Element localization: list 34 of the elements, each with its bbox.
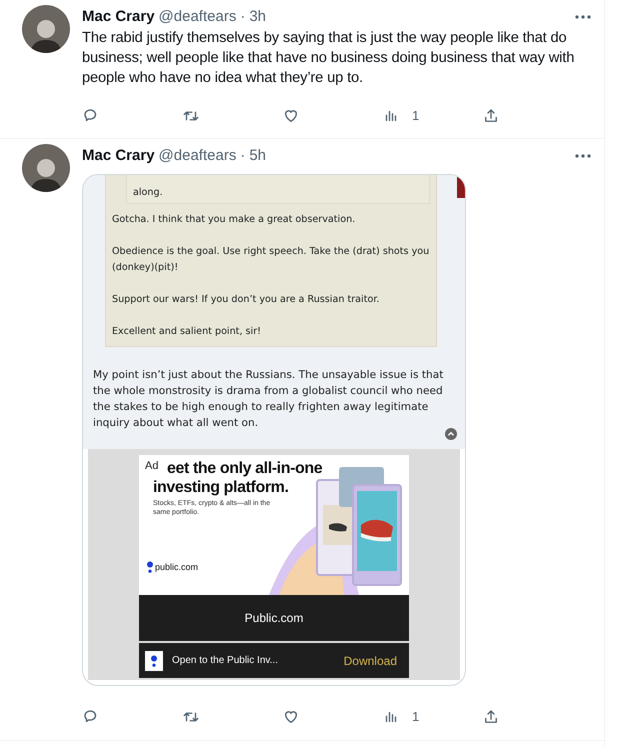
- author-name[interactable]: Mac Crary: [82, 6, 155, 28]
- reply-text: Gotcha. I think that you make a great observation.: [112, 213, 356, 227]
- brand-name: public.com: [155, 561, 198, 573]
- more-icon[interactable]: [574, 153, 592, 159]
- post-text: My point isn’t just about the Russians. The unsayable issue is that the whole monstrosity is drama from a globalist council who need the stakes to be high enough to really frighten away legitimate inquiry about what all went on.: [93, 368, 444, 431]
- app-text: Open to the Public Inv...: [172, 654, 278, 668]
- avatar[interactable]: [22, 144, 70, 192]
- more-icon[interactable]: [574, 14, 592, 20]
- timestamp[interactable]: 5h: [249, 144, 266, 168]
- scrollbar-mark: [457, 177, 465, 198]
- avatar[interactable]: [22, 5, 70, 53]
- author-handle[interactable]: @deaftears: [158, 6, 236, 28]
- ad-headline: investing platform.: [153, 478, 290, 497]
- share-icon[interactable]: [482, 708, 500, 726]
- separator-dot: ·: [240, 146, 246, 166]
- like-icon[interactable]: [282, 107, 300, 125]
- author-handle[interactable]: @deaftears: [158, 144, 236, 168]
- reply-text: Obedience is the goal. Use right speech. Take the (drat) shots you (donkey)(pit)!: [112, 245, 430, 275]
- view-count: 1: [412, 708, 420, 726]
- download-link[interactable]: Download: [344, 652, 397, 670]
- author-name[interactable]: Mac Crary: [82, 144, 155, 168]
- like-icon[interactable]: [282, 708, 300, 726]
- reply-text: Support our wars! If you don’t you are a Russian traitor.: [112, 293, 380, 307]
- separator-dot: ·: [240, 6, 246, 27]
- app-icon: [145, 650, 163, 670]
- timestamp[interactable]: 3h: [249, 6, 266, 28]
- brand-logo-icon: [147, 561, 153, 573]
- quote-text: along.: [133, 186, 164, 200]
- reply-text: Excellent and salient point, sir!: [112, 325, 262, 339]
- tweet-text: The rabid justify themselves by saying that is just the way people like that do business; well people like that have no business doing business that way with people who have no idea what they’re up to.: [82, 29, 576, 88]
- chevron-up-icon[interactable]: [445, 428, 457, 440]
- share-icon[interactable]: [482, 107, 500, 125]
- view-count: 1: [412, 107, 420, 126]
- ad-title: Public.com: [139, 595, 409, 641]
